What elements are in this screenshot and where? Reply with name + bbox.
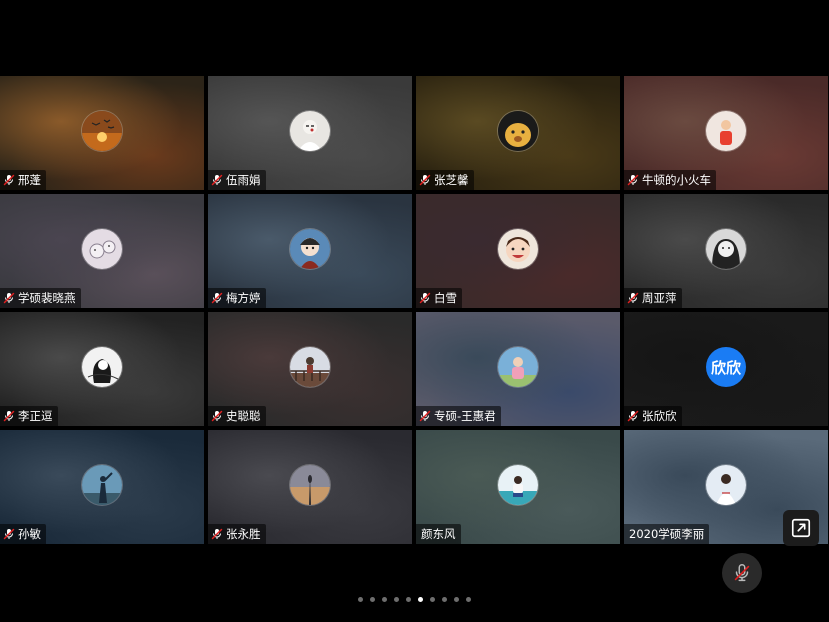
page-dot[interactable] bbox=[454, 596, 459, 602]
page-dot[interactable] bbox=[442, 596, 447, 602]
participant-name-tag: 牛顿的小火车 bbox=[624, 170, 716, 190]
avatar bbox=[706, 111, 746, 151]
participant-name-tag: 梅方婷 bbox=[208, 288, 266, 308]
mic-muted-icon bbox=[627, 410, 639, 422]
participant-tile[interactable]: 白雪 bbox=[416, 194, 620, 308]
self-mic-toggle-button[interactable] bbox=[722, 553, 762, 593]
mic-muted-icon bbox=[3, 528, 15, 540]
mic-muted-icon bbox=[3, 292, 15, 304]
page-dot[interactable] bbox=[418, 596, 423, 602]
participant-name: 张芝馨 bbox=[434, 173, 469, 187]
participant-tile[interactable]: 李正逗 bbox=[0, 312, 204, 426]
participant-name: 牛顿的小火车 bbox=[642, 173, 711, 187]
participant-name-tag: 张永胜 bbox=[208, 524, 266, 544]
participant-tile[interactable]: 专硕-王惠君 bbox=[416, 312, 620, 426]
participant-tile[interactable]: 牛顿的小火车 bbox=[624, 76, 828, 190]
participant-name: 李正逗 bbox=[18, 409, 53, 423]
page-dot[interactable] bbox=[370, 596, 375, 602]
participant-name: 颜东风 bbox=[421, 527, 456, 541]
avatar bbox=[498, 111, 538, 151]
participant-tile[interactable]: 伍雨娟 bbox=[208, 76, 412, 190]
participant-name-tag: 学硕裴晓燕 bbox=[0, 288, 81, 308]
participant-tile[interactable]: 颜东风 bbox=[416, 430, 620, 544]
participant-name-tag: 张芝馨 bbox=[416, 170, 474, 190]
avatar bbox=[82, 465, 122, 505]
mic-muted-icon bbox=[627, 292, 639, 304]
avatar bbox=[82, 347, 122, 387]
mic-muted-icon bbox=[419, 174, 431, 186]
page-dot[interactable] bbox=[394, 596, 399, 602]
participant-name: 孙敏 bbox=[18, 527, 41, 541]
page-dot[interactable] bbox=[466, 596, 471, 602]
participant-name: 2020学硕李丽 bbox=[629, 527, 705, 541]
participant-tile[interactable]: 史聪聪 bbox=[208, 312, 412, 426]
participant-name: 白雪 bbox=[434, 291, 457, 305]
mic-muted-icon bbox=[419, 410, 431, 422]
share-screen-icon bbox=[791, 518, 811, 538]
avatar bbox=[498, 465, 538, 505]
page-dot[interactable] bbox=[358, 596, 363, 602]
mic-muted-icon bbox=[211, 292, 223, 304]
participant-tile[interactable]: 欣欣张欣欣 bbox=[624, 312, 828, 426]
participant-name-tag: 白雪 bbox=[416, 288, 462, 308]
avatar: 欣欣 bbox=[706, 347, 746, 387]
avatar bbox=[290, 111, 330, 151]
participant-name: 邢蓬 bbox=[18, 173, 41, 187]
participant-name-tag: 2020学硕李丽 bbox=[624, 524, 710, 544]
participant-name: 学硕裴晓燕 bbox=[18, 291, 76, 305]
participant-grid: 邢蓬 伍雨娟 张芝馨 牛顿的小火车学硕裴晓燕 梅方婷 白雪 周亚萍李正逗 史聪聪 专硕-王惠君 欣… bbox=[0, 76, 829, 546]
participant-tile[interactable]: 邢蓬 bbox=[0, 76, 204, 190]
page-indicator[interactable] bbox=[0, 594, 829, 604]
avatar bbox=[498, 347, 538, 387]
participant-name-tag: 伍雨娟 bbox=[208, 170, 266, 190]
page-dot[interactable] bbox=[406, 596, 411, 602]
avatar bbox=[290, 465, 330, 505]
participant-name-tag: 李正逗 bbox=[0, 406, 58, 426]
participant-name: 张永胜 bbox=[226, 527, 261, 541]
participant-name: 史聪聪 bbox=[226, 409, 261, 423]
participant-name: 张欣欣 bbox=[642, 409, 677, 423]
participant-tile[interactable]: 周亚萍 bbox=[624, 194, 828, 308]
participant-tile[interactable]: 梅方婷 bbox=[208, 194, 412, 308]
participant-name-tag: 邢蓬 bbox=[0, 170, 46, 190]
mic-muted-icon bbox=[419, 292, 431, 304]
page-dot[interactable] bbox=[430, 596, 435, 602]
participant-tile[interactable]: 孙敏 bbox=[0, 430, 204, 544]
avatar bbox=[290, 229, 330, 269]
mic-muted-icon bbox=[627, 174, 639, 186]
participant-name-tag: 张欣欣 bbox=[624, 406, 682, 426]
participant-name-tag: 史聪聪 bbox=[208, 406, 266, 426]
participant-tile[interactable]: 张永胜 bbox=[208, 430, 412, 544]
avatar bbox=[290, 347, 330, 387]
participant-name-tag: 周亚萍 bbox=[624, 288, 682, 308]
page-dot[interactable] bbox=[382, 596, 387, 602]
participant-tile[interactable]: 张芝馨 bbox=[416, 76, 620, 190]
avatar bbox=[82, 111, 122, 151]
participant-name-tag: 颜东风 bbox=[416, 524, 461, 544]
avatar bbox=[498, 229, 538, 269]
mic-off-icon bbox=[734, 564, 750, 582]
mic-muted-icon bbox=[3, 410, 15, 422]
participant-name-tag: 孙敏 bbox=[0, 524, 46, 544]
participant-name-tag: 专硕-王惠君 bbox=[416, 406, 501, 426]
mic-muted-icon bbox=[211, 174, 223, 186]
avatar bbox=[706, 465, 746, 505]
share-screen-button[interactable] bbox=[783, 510, 819, 546]
participant-tile[interactable]: 学硕裴晓燕 bbox=[0, 194, 204, 308]
mic-muted-icon bbox=[211, 410, 223, 422]
mic-muted-icon bbox=[211, 528, 223, 540]
participant-name: 周亚萍 bbox=[642, 291, 677, 305]
participant-name: 专硕-王惠君 bbox=[434, 409, 496, 423]
avatar bbox=[82, 229, 122, 269]
participant-name: 伍雨娟 bbox=[226, 173, 261, 187]
participant-name: 梅方婷 bbox=[226, 291, 261, 305]
mic-muted-icon bbox=[3, 174, 15, 186]
avatar bbox=[706, 229, 746, 269]
